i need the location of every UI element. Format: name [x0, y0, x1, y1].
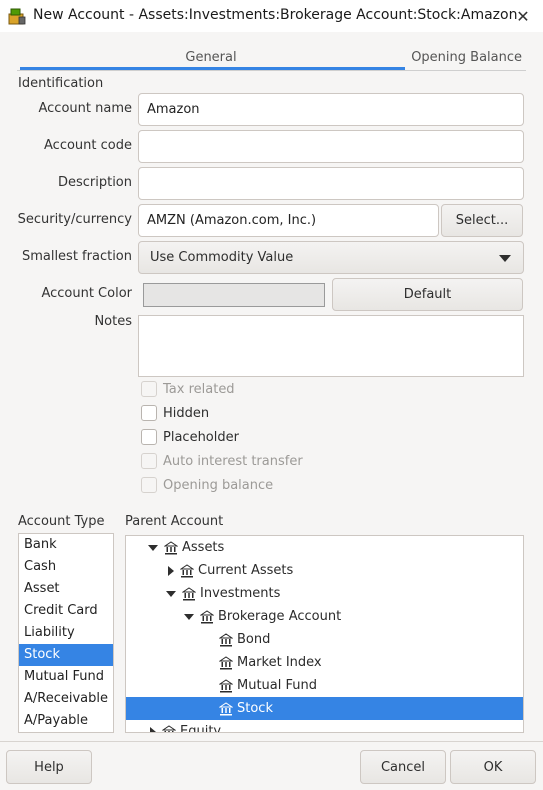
account-name-label: Account name: [38, 101, 133, 116]
checkbox-box: [141, 477, 157, 493]
tree-row-label: Stock: [237, 701, 273, 716]
hidden-checkbox[interactable]: Hidden: [141, 404, 209, 422]
close-icon: ✕: [516, 6, 530, 26]
expander-open-icon[interactable]: [148, 544, 158, 551]
tree-row-bond[interactable]: Bond: [126, 628, 523, 651]
account-code-label: Account code: [44, 138, 132, 153]
bank-icon: [164, 540, 178, 554]
smallest-fraction-value: Use Commodity Value: [150, 250, 294, 265]
bank-icon: [180, 563, 194, 577]
expander-open-icon[interactable]: [166, 590, 176, 597]
bank-icon: [219, 632, 233, 646]
bank-icon: [200, 609, 214, 623]
smallest-fraction-combo[interactable]: Use Commodity Value: [138, 241, 524, 274]
bank-icon: [182, 586, 196, 600]
tab-opening-balance[interactable]: Opening Balance: [405, 46, 526, 70]
smallest-fraction-label: Smallest fraction: [21, 249, 132, 264]
parent-account-tree[interactable]: Assets Current Assets Investments Broker…: [125, 535, 524, 733]
tree-row-label: Assets: [182, 540, 225, 555]
auto-interest-transfer-checkbox[interactable]: Auto interest transfer: [141, 452, 303, 470]
title-bar: New Account - Assets:Investments:Brokera…: [0, 0, 543, 32]
placeholder-label: Placeholder: [163, 429, 239, 445]
security-currency-label: Security/currency: [17, 212, 132, 227]
list-item[interactable]: Cash: [19, 556, 113, 578]
expander-closed-icon[interactable]: [150, 726, 156, 732]
expander-closed-icon[interactable]: [168, 565, 174, 576]
list-item-selected[interactable]: Stock: [19, 644, 113, 666]
bank-icon: [162, 724, 176, 732]
checkbox-box: [141, 381, 157, 397]
tree-row-stock-selected[interactable]: Stock: [126, 697, 523, 720]
identification-heading: Identification: [18, 76, 104, 91]
bank-icon: [219, 678, 233, 692]
expander-open-icon[interactable]: [184, 613, 194, 620]
account-color-picker[interactable]: [143, 283, 325, 307]
close-button[interactable]: ✕: [511, 4, 535, 28]
checkbox-box: [141, 453, 157, 469]
hidden-label: Hidden: [163, 405, 210, 421]
tree-row-investments[interactable]: Investments: [126, 582, 523, 605]
tree-row-assets[interactable]: Assets: [126, 536, 523, 559]
cancel-button[interactable]: Cancel: [360, 750, 446, 784]
notes-label: Notes: [94, 314, 132, 329]
ok-button[interactable]: OK: [450, 750, 536, 784]
account-code-field[interactable]: [138, 130, 524, 163]
tree-row-label: Bond: [237, 632, 271, 647]
list-item[interactable]: A/Payable: [19, 710, 113, 732]
tree-row-label: Current Assets: [198, 563, 294, 578]
list-item[interactable]: Bank: [19, 534, 113, 556]
default-color-button[interactable]: Default: [332, 278, 523, 311]
opening-balance-checkbox[interactable]: Opening balance: [141, 476, 273, 494]
notebook-tabs: General Opening Balance: [17, 46, 526, 71]
description-label: Description: [57, 175, 132, 190]
tree-row-mutual-fund[interactable]: Mutual Fund: [126, 674, 523, 697]
account-color-label: Account Color: [41, 286, 132, 301]
tree-row-current-assets[interactable]: Current Assets: [126, 559, 523, 582]
list-item[interactable]: Credit Card: [19, 600, 113, 622]
window-title: New Account - Assets:Investments:Brokera…: [33, 7, 518, 23]
account-name-value: Amazon: [147, 102, 200, 117]
auto-interest-transfer-label: Auto interest transfer: [163, 453, 303, 469]
tax-related-label: Tax related: [163, 381, 235, 397]
tree-row-equity[interactable]: Equity: [126, 720, 523, 733]
opening-balance-label: Opening balance: [163, 477, 274, 493]
tree-row-label: Brokerage Account: [218, 609, 342, 624]
tab-separator: [17, 70, 526, 71]
help-button[interactable]: Help: [6, 750, 92, 784]
description-field[interactable]: [138, 167, 524, 200]
security-currency-value: AMZN (Amazon.com, Inc.): [147, 213, 317, 228]
tree-row-label: Equity: [180, 724, 222, 733]
parent-account-heading: Parent Account: [125, 514, 224, 529]
select-security-button[interactable]: Select...: [441, 204, 523, 237]
footer-separator: [0, 741, 543, 742]
bank-icon: [219, 655, 233, 669]
tax-related-checkbox[interactable]: Tax related: [141, 380, 235, 398]
tree-row-label: Investments: [200, 586, 281, 601]
account-name-field[interactable]: Amazon: [138, 93, 524, 126]
dropdown-arrow-icon: [499, 255, 511, 262]
bank-icon: [219, 701, 233, 715]
security-currency-field[interactable]: AMZN (Amazon.com, Inc.): [138, 204, 439, 237]
tree-row-market-index[interactable]: Market Index: [126, 651, 523, 674]
gnucash-app-icon: [8, 8, 26, 25]
tree-row-brokerage-account[interactable]: Brokerage Account: [126, 605, 523, 628]
list-item[interactable]: Mutual Fund: [19, 666, 113, 688]
checkbox-box: [141, 405, 157, 421]
list-item[interactable]: Asset: [19, 578, 113, 600]
tree-row-label: Market Index: [237, 655, 322, 670]
checkbox-box: [141, 429, 157, 445]
placeholder-checkbox[interactable]: Placeholder: [141, 428, 239, 446]
notes-textarea[interactable]: [138, 315, 524, 377]
account-type-list[interactable]: Bank Cash Asset Credit Card Liability St…: [18, 533, 114, 733]
list-item[interactable]: A/Receivable: [19, 688, 113, 710]
account-type-heading: Account Type: [18, 514, 105, 529]
tree-row-label: Mutual Fund: [237, 678, 317, 693]
list-item[interactable]: Liability: [19, 622, 113, 644]
